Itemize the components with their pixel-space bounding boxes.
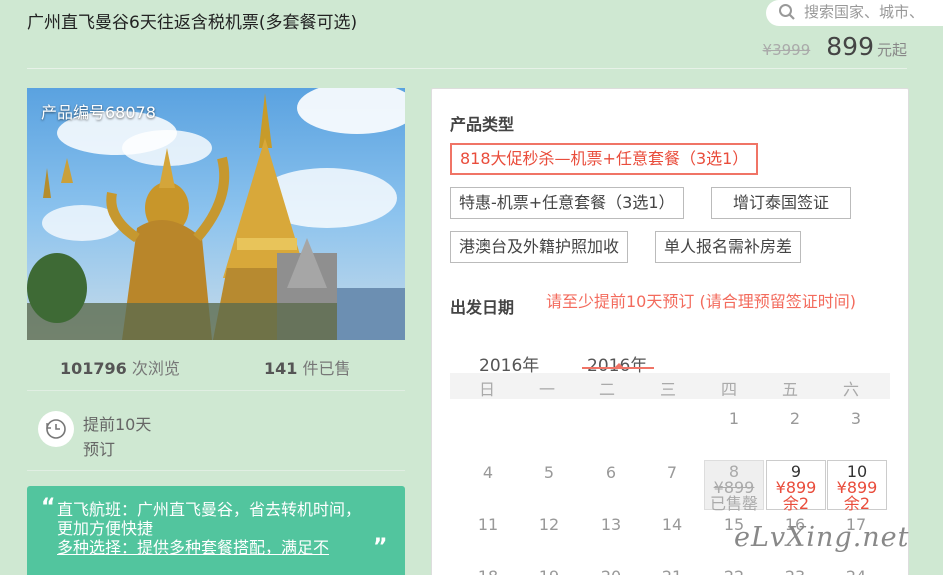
highlights-box: “ 直飞航班：广州直飞曼谷，省去转机时间，更加方便快捷 多种选择：提供多种套餐搭… — [27, 486, 405, 575]
weekday-header: 日 一 二 三 四 五 六 — [450, 373, 890, 399]
option-single-supplement[interactable]: 单人报名需补房差 — [655, 231, 802, 263]
sold-count: 141 — [264, 359, 298, 378]
calendar-day: 19 — [519, 567, 579, 575]
header-divider — [27, 68, 907, 69]
option-818-flash-sale[interactable]: 818大促秒杀—机票+任意套餐（3选1） — [450, 143, 759, 175]
weekday: 六 — [842, 380, 859, 399]
price-unit: 元起 — [876, 41, 907, 59]
option-thai-visa[interactable]: 增订泰国签证 — [711, 187, 851, 219]
calendar-cell-sold-out: 8 ¥899 已售罄 — [704, 460, 764, 513]
sold-stat: 141 件已售 — [264, 355, 351, 379]
search-icon[interactable] — [778, 3, 796, 25]
calendar-day: 14 — [661, 515, 683, 534]
calendar-day: 24 — [826, 567, 886, 575]
year-caret-icon — [614, 363, 624, 368]
calendar-day: 11 — [477, 515, 499, 534]
views-label: 次浏览 — [131, 359, 180, 378]
calendar-cell-available[interactable]: 9 ¥899 余2 — [766, 460, 826, 513]
calendar-day: 1 — [728, 409, 740, 428]
calendar-day: 21 — [642, 567, 702, 575]
advance-divider — [27, 470, 405, 471]
calendar-day: 12 — [538, 515, 560, 534]
calendar-day: 4 — [482, 463, 494, 482]
original-price: ¥3999 — [762, 41, 811, 59]
date-note: 请至少提前10天预订 (请合理预留签证时间) — [546, 292, 856, 311]
sold-label: 件已售 — [302, 359, 351, 378]
calendar-cell-available[interactable]: 10 ¥899 余2 — [827, 460, 887, 513]
product-title: 广州直飞曼谷6天往返含税机票(多套餐可选) — [27, 13, 358, 33]
highlight-line-2: 多种选择：提供多种套餐搭配，满足不 — [57, 538, 330, 557]
highlight-line-1: 直飞航班：广州直飞曼谷，省去转机时间，更加方便快捷 — [57, 500, 362, 538]
product-code: 产品编号68078 — [41, 103, 156, 122]
price-block: ¥3999 899 元起 — [763, 32, 907, 61]
weekday: 二 — [598, 380, 615, 399]
calendar-day: 13 — [600, 515, 622, 534]
calendar-day: 6 — [605, 463, 617, 482]
cell-status: 已售罄 — [709, 494, 758, 513]
calendar-day: 23 — [765, 567, 825, 575]
product-type-title: 产品类型 — [450, 115, 515, 134]
weekday: 四 — [720, 380, 737, 399]
departure-date-title: 出发日期 — [450, 298, 515, 317]
views-count: 101796 — [60, 359, 127, 378]
weekday: 五 — [781, 380, 798, 399]
watermark: eLvXing.net — [734, 522, 910, 553]
cell-status: 余2 — [782, 494, 810, 513]
calendar-day: 20 — [581, 567, 641, 575]
search-placeholder: 搜索国家、城市、 — [804, 3, 925, 21]
calendar-day: 2 — [789, 409, 801, 428]
views-stat: 101796 次浏览 — [60, 355, 180, 379]
search-input[interactable]: 搜索国家、城市、 — [766, 0, 943, 26]
calendar-day: 7 — [666, 463, 678, 482]
clock-icon — [38, 411, 74, 447]
current-price: 899 — [826, 32, 874, 61]
quote-open-icon: “ — [41, 495, 56, 520]
weekday: 日 — [478, 380, 495, 399]
calendar-day: 22 — [704, 567, 764, 575]
booking-panel: 产品类型 818大促秒杀—机票+任意套餐（3选1） 特惠-机票+任意套餐（3选1… — [431, 88, 909, 575]
product-photo[interactable]: 产品编号68078 — [27, 88, 405, 340]
option-foreign-passport[interactable]: 港澳台及外籍护照加收 — [450, 231, 629, 263]
weekday: 三 — [659, 380, 676, 399]
cell-status: 余2 — [843, 494, 871, 513]
quote-close-icon: ” — [373, 535, 388, 560]
calendar-day: 3 — [850, 409, 862, 428]
option-special-package[interactable]: 特惠-机票+任意套餐（3选1） — [450, 187, 684, 219]
calendar-day: 18 — [458, 567, 518, 575]
advance-booking-text: 提前10天预订 — [83, 415, 152, 459]
stats-divider — [27, 390, 405, 391]
weekday: 一 — [538, 380, 555, 399]
calendar-day: 5 — [543, 463, 555, 482]
